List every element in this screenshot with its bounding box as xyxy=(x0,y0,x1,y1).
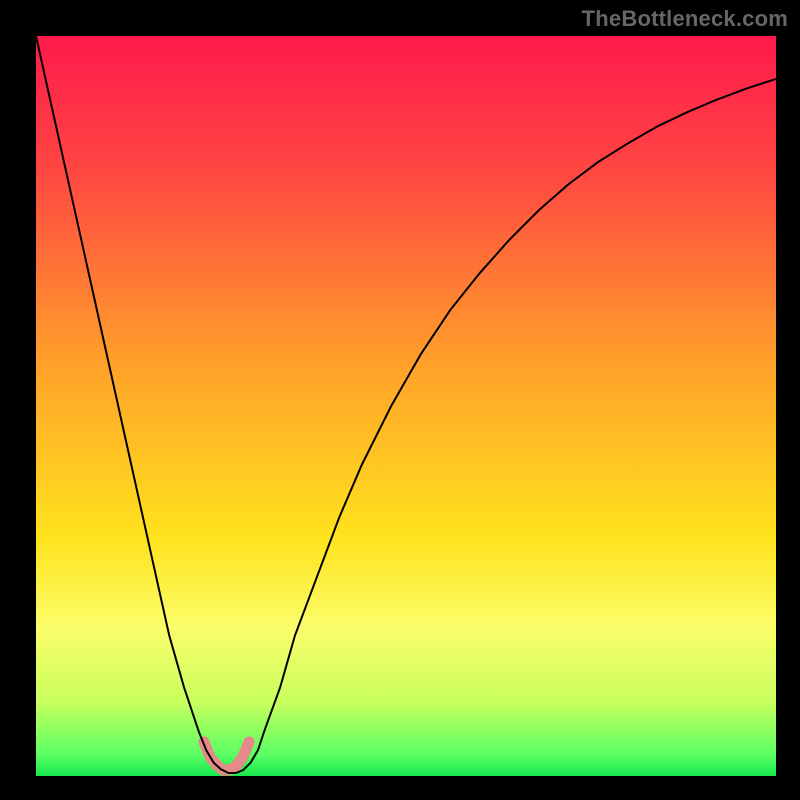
bottleneck-curve xyxy=(36,36,776,773)
highlight-dot xyxy=(237,752,248,763)
watermark-text: TheBottleneck.com xyxy=(582,6,788,32)
curve-layer xyxy=(36,36,776,776)
highlight-dot xyxy=(230,761,241,772)
bottleneck-highlight xyxy=(198,736,254,775)
highlight-dot xyxy=(244,736,255,747)
chart-frame: TheBottleneck.com xyxy=(0,0,800,800)
